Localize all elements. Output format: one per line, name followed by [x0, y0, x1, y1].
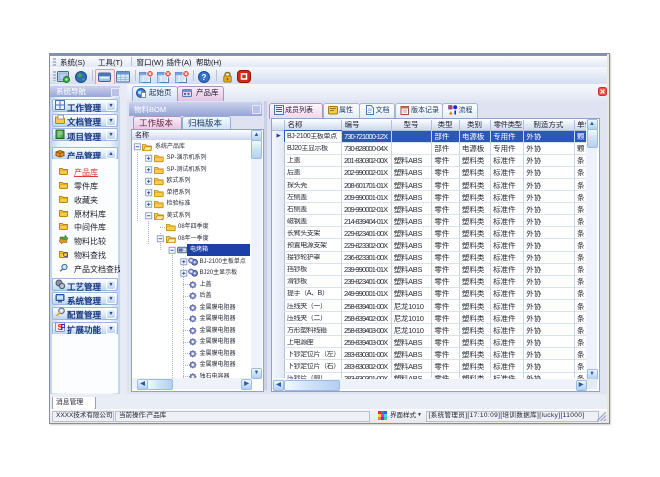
svg-text:?: ? — [201, 72, 206, 81]
svg-text:P: P — [60, 323, 64, 332]
